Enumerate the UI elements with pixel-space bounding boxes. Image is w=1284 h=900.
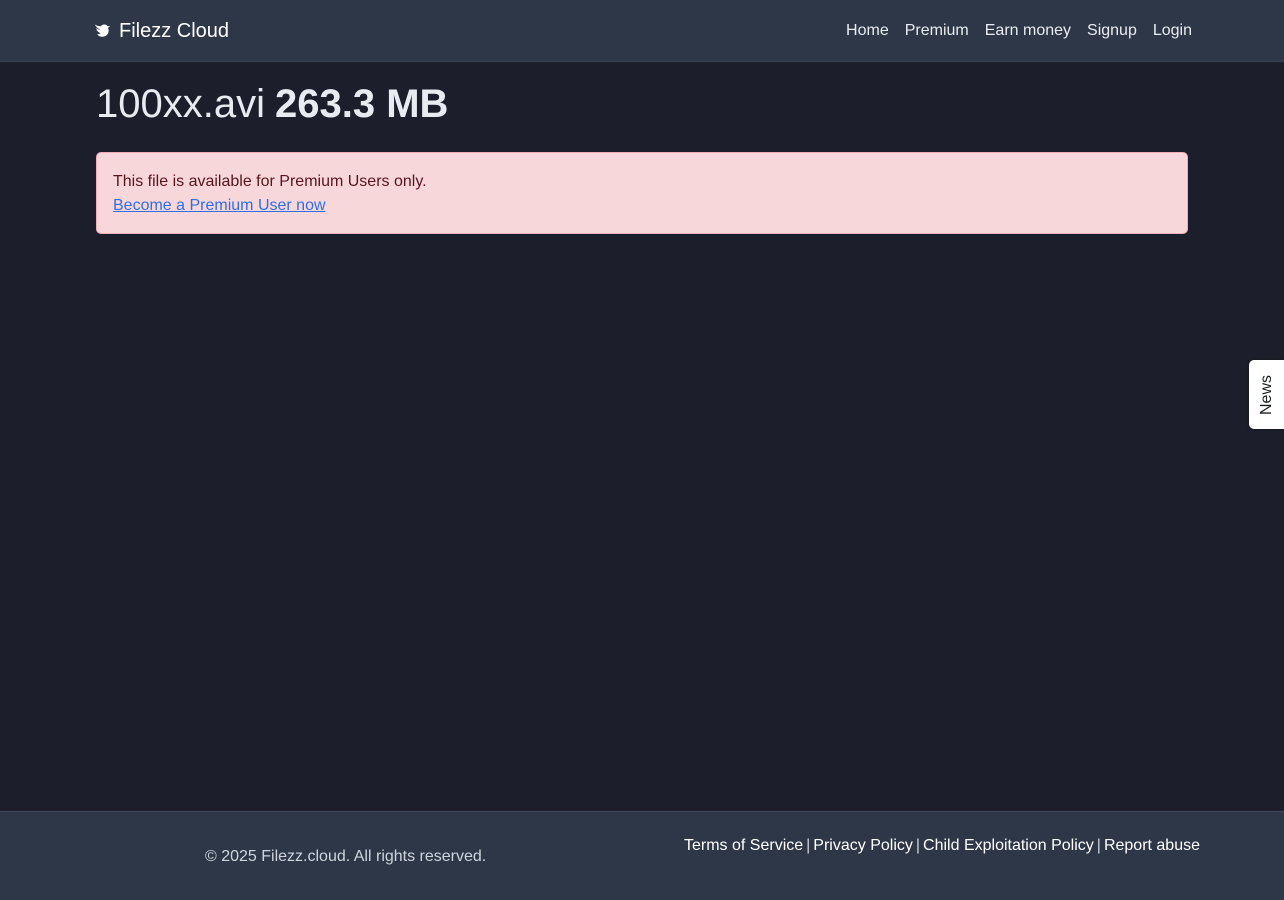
nav-premium[interactable]: Premium [905,20,969,42]
nav-links: Home Premium Earn money Signup Login [846,20,1192,42]
dove-icon [92,21,113,42]
copyright: © 2025 Filezz.cloud. All rights reserved… [205,848,487,865]
news-tab-label: News [1257,374,1275,415]
footer-links: Terms of Service | Privacy Policy | Child Ex… [680,834,1200,858]
become-premium-link[interactable]: Become a Premium User now [113,194,1171,218]
nav-earn-money[interactable]: Earn money [985,20,1071,42]
file-name: 100xx.avi [96,82,265,126]
footer-separator: | [1096,837,1101,854]
nav-home[interactable]: Home [846,20,889,42]
brand-name: Filezz Cloud [119,20,230,42]
page-title: 100xx.avi 263.3 MB [96,80,448,128]
footer: © 2025 Filezz.cloud. All rights reserved… [0,811,1284,900]
nav-signup[interactable]: Signup [1087,20,1137,42]
nav-login[interactable]: Login [1153,20,1192,42]
footer-child-exploitation-link[interactable]: Child Exploitation Policy [923,837,1094,854]
footer-separator: | [915,837,921,854]
navbar: Filezz Cloud Home Premium Earn money Sig… [0,0,1284,62]
footer-report-abuse-link[interactable]: Report abuse [1104,837,1200,854]
footer-terms-link[interactable]: Terms of Service [684,837,803,854]
file-size: 263.3 MB [274,82,449,126]
footer-separator: | [806,837,811,854]
news-tab[interactable]: News [1249,360,1284,429]
premium-alert: This file is available for Premium Users… [96,152,1188,234]
footer-privacy-link[interactable]: Privacy Policy [813,837,913,854]
alert-message: This file is available for Premium Users… [113,173,427,190]
brand-link[interactable]: Filezz Cloud [92,18,229,44]
